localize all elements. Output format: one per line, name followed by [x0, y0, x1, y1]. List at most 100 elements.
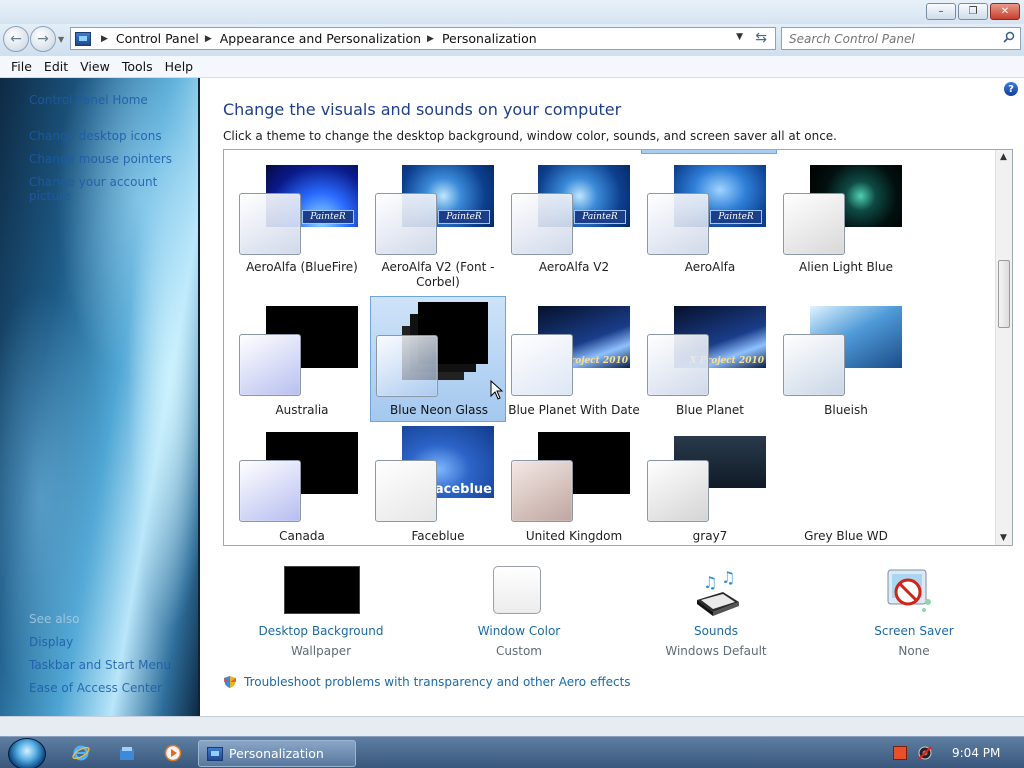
- internet-explorer-icon[interactable]: [72, 744, 90, 762]
- back-button[interactable]: ←: [3, 26, 29, 52]
- window-color-setting[interactable]: Window Color Custom: [429, 564, 609, 659]
- desktop-background-value: Wallpaper: [290, 644, 352, 658]
- theme-tile-selected[interactable]: Blue Neon Glass: [370, 296, 506, 422]
- theme-tile[interactable]: X Project 2010 Blue Planet: [642, 297, 778, 423]
- search-icon[interactable]: [1003, 31, 1015, 43]
- sounds-icon[interactable]: ♫ ♫: [693, 566, 743, 618]
- theme-color-preview: [647, 334, 709, 396]
- refresh-icon[interactable]: ⇆: [755, 30, 767, 46]
- breadcrumb-separator[interactable]: ▶: [205, 34, 212, 44]
- theme-color-preview: [239, 334, 301, 396]
- theme-tile[interactable]: PainteR AeroAlfa: [642, 162, 778, 288]
- clock[interactable]: 9:04 PM: [952, 746, 1000, 760]
- theme-tile[interactable]: PainteR AeroAlfa (BlueFire): [234, 162, 370, 288]
- change-mouse-pointers-link[interactable]: Change mouse pointers: [29, 152, 172, 166]
- minimize-button[interactable]: –: [926, 3, 956, 20]
- breadcrumb-control-panel[interactable]: Control Panel: [116, 31, 199, 46]
- change-desktop-icons-link[interactable]: Change desktop icons: [29, 129, 162, 143]
- control-panel-icon: [75, 31, 91, 46]
- scrollbar-thumb[interactable]: [998, 260, 1010, 328]
- theme-name: Canada: [279, 529, 325, 543]
- theme-tile[interactable]: X Project 2010 Blue Planet With Date: [506, 297, 642, 423]
- maximize-button[interactable]: ❐: [958, 3, 988, 20]
- menu-tools[interactable]: Tools: [116, 59, 159, 74]
- close-button[interactable]: ✕: [990, 3, 1020, 20]
- window-titlebar: – ❐ ✕: [0, 0, 1024, 24]
- theme-color-preview: [783, 334, 845, 396]
- themes-list[interactable]: PainteR AeroAlfa (BlueFire) PainteR Aero…: [223, 149, 1013, 546]
- search-box[interactable]: [781, 27, 1021, 50]
- taskbar-personalization-button[interactable]: Personalization: [198, 740, 356, 767]
- theme-tile[interactable]: PainteR AeroAlfa V2: [506, 162, 642, 288]
- menu-edit[interactable]: Edit: [38, 59, 74, 74]
- theme-color-preview: [375, 193, 437, 255]
- control-panel-home-link[interactable]: Control Panel Home: [29, 93, 148, 107]
- address-bar[interactable]: ▶ Control Panel ▶ Appearance and Persona…: [70, 27, 776, 50]
- theme-name: AeroAlfa V2 (Font - Corbel): [381, 260, 495, 289]
- desktop-background-setting[interactable]: Desktop Background Wallpaper: [231, 564, 411, 659]
- theme-tile[interactable]: Blueish: [778, 297, 914, 423]
- theme-tile[interactable]: gray7: [642, 425, 778, 545]
- theme-name: Alien Light Blue: [799, 260, 893, 274]
- windows-explorer-icon[interactable]: [118, 744, 136, 762]
- screen-saver-value: None: [898, 644, 930, 658]
- theme-tile[interactable]: PainteR AeroAlfa V2 (Font - Corbel): [370, 162, 506, 289]
- taskbar: Personalization 9:04 PM: [0, 736, 1024, 768]
- address-dropdown[interactable]: ▼: [736, 32, 743, 42]
- theme-tile[interactable]: Grey Blue WD: [778, 425, 914, 545]
- sounds-link[interactable]: Sounds: [626, 624, 806, 638]
- change-account-picture-link[interactable]: Change your account picture: [29, 175, 198, 203]
- svg-text:♫: ♫: [703, 573, 717, 592]
- theme-tile[interactable]: Australia: [234, 297, 370, 423]
- sounds-setting[interactable]: ♫ ♫ Sounds Windows Default: [626, 564, 806, 659]
- breadcrumb-personalization[interactable]: Personalization: [442, 31, 537, 46]
- menu-view[interactable]: View: [74, 59, 116, 74]
- sounds-value: Windows Default: [665, 644, 767, 658]
- theme-tile[interactable]: United Kingdom: [506, 425, 642, 545]
- action-center-icon[interactable]: [893, 746, 907, 760]
- display-link[interactable]: Display: [29, 635, 73, 649]
- theme-name: Australia: [275, 403, 329, 417]
- menu-file[interactable]: File: [5, 59, 38, 74]
- desktop-background-preview[interactable]: [284, 566, 360, 614]
- address-toolbar: ← → ▼ ▶ Control Panel ▶ Appearance and P…: [0, 24, 1024, 56]
- screen-saver-link[interactable]: Screen Saver: [824, 624, 1004, 638]
- window-color-link[interactable]: Window Color: [429, 624, 609, 638]
- theme-tag: faceblue: [429, 482, 492, 497]
- breadcrumb-separator[interactable]: ▶: [427, 34, 434, 44]
- theme-name: Blue Planet: [676, 403, 744, 417]
- menu-help[interactable]: Help: [159, 59, 200, 74]
- theme-color-preview: [783, 193, 845, 255]
- search-input[interactable]: [789, 31, 989, 46]
- ease-of-access-link[interactable]: Ease of Access Center: [29, 681, 162, 695]
- theme-name: Grey Blue WD: [804, 529, 888, 543]
- taskbar-start-menu-link[interactable]: Taskbar and Start Menu: [29, 658, 171, 672]
- start-button[interactable]: [8, 738, 46, 768]
- theme-tile[interactable]: Canada: [234, 425, 370, 545]
- media-player-icon[interactable]: [164, 744, 182, 762]
- breadcrumb-separator[interactable]: ▶: [101, 34, 108, 44]
- theme-name: AeroAlfa (BlueFire): [246, 260, 358, 274]
- screen-saver-icon[interactable]: [884, 566, 936, 618]
- screen-saver-setting[interactable]: Screen Saver None: [824, 564, 1004, 659]
- forward-button[interactable]: →: [30, 26, 56, 52]
- scroll-up-icon[interactable]: ▲: [1000, 152, 1007, 162]
- window-color-preview[interactable]: [493, 566, 541, 614]
- breadcrumb-appearance[interactable]: Appearance and Personalization: [220, 31, 421, 46]
- aero-troubleshoot-text[interactable]: Troubleshoot problems with transparency …: [244, 675, 631, 689]
- scroll-down-icon[interactable]: ▼: [1000, 533, 1007, 543]
- window-color-value: Custom: [496, 644, 542, 658]
- help-icon[interactable]: ?: [1004, 82, 1018, 96]
- mouse-cursor-icon: [490, 380, 504, 400]
- svg-text:♫: ♫: [721, 568, 735, 587]
- recent-pages-dropdown[interactable]: ▼: [58, 35, 64, 44]
- themes-scrollbar[interactable]: ▲ ▼: [995, 150, 1012, 545]
- window-controls: – ❐ ✕: [926, 3, 1020, 20]
- desktop-background-link[interactable]: Desktop Background: [231, 624, 411, 638]
- volume-muted-icon[interactable]: [917, 745, 933, 761]
- menu-bar: File Edit View Tools Help: [0, 56, 1024, 78]
- theme-tile[interactable]: faceblue Faceblue: [370, 425, 506, 545]
- theme-color-preview: [239, 460, 301, 522]
- theme-tile[interactable]: Alien Light Blue: [778, 162, 914, 288]
- aero-troubleshoot-link[interactable]: Troubleshoot problems with transparency …: [223, 675, 631, 689]
